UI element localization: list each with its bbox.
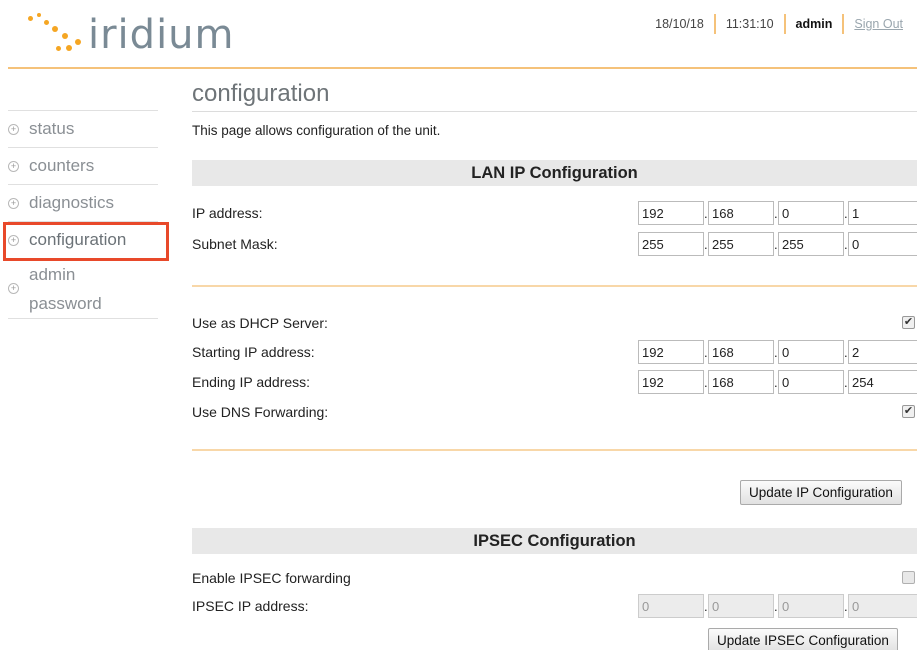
time-display: 11:31:10 — [725, 17, 774, 31]
start-ip-octet-2[interactable] — [708, 340, 774, 364]
sidebar-item-admin-password[interactable]: + admin password — [8, 258, 158, 318]
dns-forwarding-checkbox[interactable]: ✔ — [902, 405, 915, 418]
end-ip-octet-1[interactable] — [638, 370, 704, 394]
end-ip-octet-3[interactable] — [778, 370, 844, 394]
start-ip-octet-3[interactable] — [778, 340, 844, 364]
ending-ip-label: Ending IP address: — [192, 374, 311, 390]
dhcp-server-checkbox[interactable]: ✔ — [902, 316, 915, 329]
ip-octet-4[interactable] — [848, 201, 917, 225]
start-ip-octet-1[interactable] — [638, 340, 704, 364]
start-ip-octet-4[interactable] — [848, 340, 917, 364]
page-title: configuration — [192, 80, 330, 107]
update-ip-configuration-button[interactable]: Update IP Configuration — [740, 480, 902, 505]
sidebar-item-label: status — [29, 119, 75, 138]
enable-ipsec-checkbox[interactable] — [902, 571, 915, 584]
ipsec-octet-1[interactable] — [638, 594, 704, 618]
ipsec-ip-field: . . . — [638, 594, 917, 618]
expand-icon: + — [8, 160, 19, 172]
starting-ip-field: . . . — [638, 340, 917, 364]
active-item-highlight — [3, 222, 169, 261]
subnet-mask-label: Subnet Mask: — [192, 236, 278, 252]
sidebar-item-label: counters — [29, 156, 95, 175]
title-divider — [192, 111, 917, 112]
username-display: admin — [795, 17, 833, 31]
expand-icon: + — [8, 197, 19, 209]
expand-icon: + — [8, 123, 19, 135]
ipsec-octet-2[interactable] — [708, 594, 774, 618]
subnet-octet-4[interactable] — [848, 232, 917, 256]
date-display: 18/10/18 — [655, 17, 704, 31]
enable-ipsec-label: Enable IPSEC forwarding — [192, 570, 351, 586]
page-intro: This page allows configuration of the un… — [192, 123, 441, 138]
ipsec-octet-4[interactable] — [848, 594, 917, 618]
expand-icon: + — [8, 283, 19, 294]
ipsec-section-header: IPSEC Configuration — [192, 528, 917, 554]
subnet-octet-1[interactable] — [638, 232, 704, 256]
sidebar-item-status[interactable]: + status — [8, 110, 158, 147]
end-ip-octet-2[interactable] — [708, 370, 774, 394]
ipsec-octet-3[interactable] — [778, 594, 844, 618]
section-divider — [192, 449, 917, 451]
sidebar-nav: + status + counters + diagnostics + conf… — [8, 110, 158, 319]
ip-octet-3[interactable] — [778, 201, 844, 225]
dhcp-server-label: Use as DHCP Server: — [192, 315, 328, 331]
subnet-octet-3[interactable] — [778, 232, 844, 256]
ending-ip-field: . . . — [638, 370, 917, 394]
sidebar-bottom-rule — [8, 318, 158, 319]
end-ip-octet-4[interactable] — [848, 370, 917, 394]
starting-ip-label: Starting IP address: — [192, 344, 315, 360]
ip-octet-2[interactable] — [708, 201, 774, 225]
top-status-bar: 18/10/18 11:31:10 admin Sign Out — [645, 14, 913, 34]
iridium-logo: iridium — [22, 6, 262, 62]
sidebar-item-label: admin password — [29, 264, 102, 313]
lan-section-header: LAN IP Configuration — [192, 160, 917, 186]
header-divider — [8, 67, 917, 69]
sign-out-link[interactable]: Sign Out — [844, 15, 913, 33]
update-ipsec-configuration-button[interactable]: Update IPSEC Configuration — [708, 628, 898, 650]
subnet-mask-field: . . . — [638, 232, 917, 256]
subnet-octet-2[interactable] — [708, 232, 774, 256]
ipsec-ip-label: IPSEC IP address: — [192, 598, 309, 614]
dns-forwarding-label: Use DNS Forwarding: — [192, 404, 329, 420]
ip-octet-1[interactable] — [638, 201, 704, 225]
sidebar-item-counters[interactable]: + counters — [8, 147, 158, 184]
ip-address-field: . . . — [638, 201, 917, 225]
section-divider — [192, 285, 917, 287]
sidebar-item-diagnostics[interactable]: + diagnostics — [8, 184, 158, 221]
sidebar-item-label: diagnostics — [29, 193, 115, 212]
logo-text: iridium — [88, 12, 235, 58]
ip-address-label: IP address: — [192, 205, 263, 221]
